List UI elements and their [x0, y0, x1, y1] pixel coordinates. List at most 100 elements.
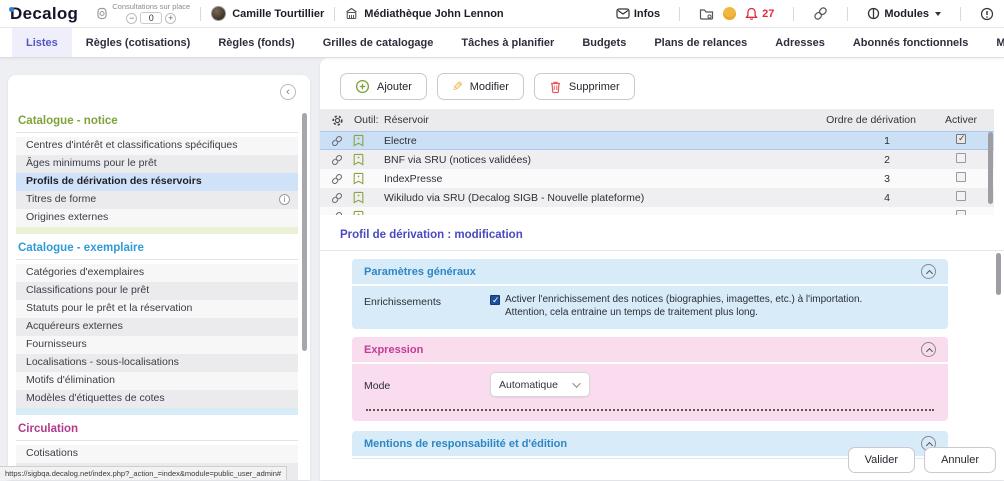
header-divider [847, 7, 848, 21]
folder-icon[interactable] [699, 7, 714, 20]
user-menu[interactable]: Camille Tourtillier [211, 6, 324, 21]
divider [16, 440, 298, 441]
consultations-label: Consultations sur place [112, 3, 190, 11]
sidebar-item-categories-exemplaires[interactable]: Catégories d'exemplaires [16, 264, 298, 282]
activate-checkbox[interactable] [956, 210, 966, 215]
section-title-catalogue-notice: Catalogue - notice [16, 109, 298, 132]
column-header-order: Ordre de dérivation [778, 114, 928, 126]
delete-button[interactable]: Supprimer [534, 73, 635, 100]
modules-menu-button[interactable]: Modules [867, 7, 941, 20]
bookmark-icon[interactable] [353, 134, 364, 147]
table-scrollbar[interactable] [988, 132, 993, 204]
sidebar-item-fournisseurs[interactable]: Fournisseurs [16, 336, 298, 354]
link-icon[interactable] [331, 172, 343, 186]
sidebar-item-titres-de-forme[interactable]: Titres de forme i [16, 191, 298, 209]
assistance-icon[interactable] [723, 7, 736, 20]
divider [320, 250, 1004, 251]
tab-budgets[interactable]: Budgets [568, 28, 640, 57]
tab-adresses[interactable]: Adresses [761, 28, 839, 57]
table-row[interactable]: Electre 1 [320, 131, 994, 150]
table-row[interactable]: IndexPresse 3 [320, 169, 994, 188]
tab-grilles-catalogage[interactable]: Grilles de catalogage [309, 28, 448, 57]
enrichissements-checkbox[interactable] [490, 295, 500, 305]
info-icon[interactable]: i [279, 194, 290, 205]
sidebar-item-label: Titres de forme [26, 194, 96, 205]
link-chain-icon[interactable] [813, 6, 828, 21]
table-row-partial[interactable] [320, 207, 994, 215]
tab-abonnes-fonctionnels[interactable]: Abonnés fonctionnels [839, 28, 983, 57]
reservoir-name: Electre [380, 135, 778, 147]
mode-select[interactable]: Automatique [490, 372, 590, 397]
derivation-order: 4 [778, 192, 928, 204]
sidebar-item-cotisations[interactable]: Cotisations [16, 445, 298, 463]
sidebar-item-profils-derivation[interactable]: Profils de dérivation des réservoirs [16, 173, 298, 191]
tab-regles-cotisations[interactable]: Règles (cotisations) [72, 28, 205, 57]
table-row[interactable]: Wikiludo via SRU (Decalog SIGB - Nouvell… [320, 188, 994, 207]
sidebar-item-acquereurs-externes[interactable]: Acquéreurs externes [16, 318, 298, 336]
collapse-chevron-icon[interactable] [921, 264, 936, 279]
form-viewport: Paramètres généraux Enrichissements Acti… [320, 253, 1004, 459]
derivation-order: 3 [778, 173, 928, 185]
tab-regles-fonds[interactable]: Règles (fonds) [204, 28, 308, 57]
main-content: Ajouter ✎ Modifier Supprimer Outil: Rése… [320, 58, 1004, 480]
sidebar-item-classifications-pret[interactable]: Classifications pour le prêt [16, 282, 298, 300]
add-button[interactable]: Ajouter [340, 73, 427, 100]
sidebar-item-origines-externes[interactable]: Origines externes [16, 209, 298, 227]
library-building-icon [345, 7, 358, 20]
validate-button[interactable]: Valider [848, 447, 915, 473]
tab-listes[interactable]: Listes [12, 28, 72, 57]
sidebar-item-modeles-etiquettes[interactable]: Modèles d'étiquettes de cotes [16, 390, 298, 408]
bookmark-icon[interactable] [353, 191, 364, 204]
sidebar-item-motifs-elimination[interactable]: Motifs d'élimination [16, 372, 298, 390]
sidebar-item-localisations[interactable]: Localisations - sous-localisations [16, 354, 298, 372]
reservoirs-table: Outil: Réservoir Ordre de dérivation Act… [320, 109, 994, 215]
modules-icon [867, 7, 880, 20]
infos-button[interactable]: Infos [616, 8, 660, 20]
tab-taches-planifier[interactable]: Tâches à planifier [447, 28, 568, 57]
panel-title: Paramètres généraux [364, 266, 476, 278]
sidebar-item-ages-minimums[interactable]: Âges minimums pour le prêt [16, 155, 298, 173]
collapse-chevron-icon[interactable] [921, 342, 936, 357]
form-scrollbar[interactable] [996, 253, 1001, 295]
link-icon[interactable] [331, 191, 343, 205]
tab-modeles-documents[interactable]: Modèles de documents [982, 28, 1004, 57]
link-icon[interactable] [331, 134, 343, 148]
activate-checkbox[interactable] [956, 134, 966, 144]
bookmark-icon[interactable] [353, 153, 364, 166]
bookmark-icon[interactable] [353, 172, 364, 185]
table-row[interactable]: BNF via SRU (notices validées) 2 [320, 150, 994, 169]
consultations-plus-button[interactable]: + [165, 13, 176, 24]
tab-plans-relances[interactable]: Plans de relances [640, 28, 761, 57]
sidebar-collapse-icon[interactable]: ‹ [280, 84, 296, 100]
notifications-button[interactable]: 27 [745, 7, 774, 21]
activate-checkbox[interactable] [956, 153, 966, 163]
consultations-minus-button[interactable]: − [126, 13, 137, 24]
bell-icon [745, 7, 758, 21]
panel-parametres-generaux: Paramètres généraux Enrichissements Acti… [352, 259, 948, 329]
consultations-counter: Consultations sur place − 0 + [112, 3, 190, 24]
activate-checkbox[interactable] [956, 172, 966, 182]
cancel-button[interactable]: Annuler [924, 447, 996, 473]
gear-icon[interactable] [331, 114, 344, 127]
section-end-strip [16, 408, 298, 415]
dashed-divider [366, 409, 934, 411]
field-label-enrichissements: Enrichissements [364, 294, 490, 308]
field-label-mode: Mode [364, 378, 490, 392]
sidebar-item-statuts-pret[interactable]: Statuts pour le prêt et la réservation [16, 300, 298, 318]
edit-button[interactable]: ✎ Modifier [437, 73, 524, 100]
delete-button-label: Supprimer [569, 81, 620, 93]
checkbox-text: Activer l'enrichissement des notices (bi… [505, 294, 862, 319]
form-actions: Valider Annuler [848, 447, 996, 473]
sidebar: ‹ Catalogue - notice Centres d'intérêt e… [8, 75, 310, 480]
mode-select-value: Automatique [499, 379, 558, 391]
column-header-reservoir: Réservoir [380, 114, 778, 126]
activate-checkbox[interactable] [956, 191, 966, 201]
help-info-icon[interactable] [980, 7, 994, 21]
library-selector[interactable]: Médiathèque John Lennon [345, 7, 503, 20]
link-icon[interactable] [331, 153, 343, 167]
sidebar-scrollbar[interactable] [302, 113, 307, 351]
consultations-value[interactable]: 0 [140, 12, 162, 24]
derivation-order: 1 [778, 135, 928, 147]
envelope-icon [616, 8, 630, 19]
sidebar-item-centres-interet[interactable]: Centres d'intérêt et classifications spé… [16, 137, 298, 155]
